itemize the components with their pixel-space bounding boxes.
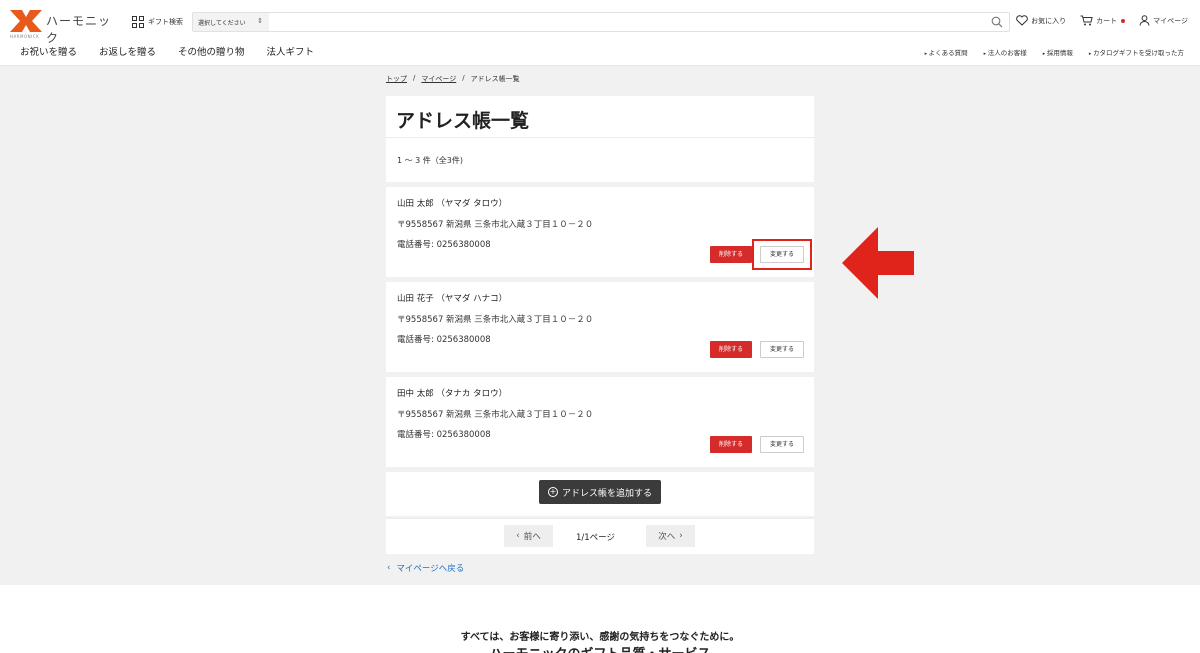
mypage-link[interactable]: マイページ xyxy=(1139,15,1188,26)
next-page-button[interactable]: 次へ › xyxy=(646,525,695,547)
nav-sub-corporate[interactable]: 法人のお客様 xyxy=(984,47,1027,57)
chevron-left-icon: ‹ xyxy=(387,563,391,573)
nav-sub-catalog-received[interactable]: カタログギフトを受け取った方 xyxy=(1089,47,1184,57)
main-nav: お祝いを贈る お返しを贈る その他の贈り物 法人ギフト xyxy=(20,44,314,58)
page-title: アドレス帳一覧 xyxy=(396,110,530,132)
delete-button[interactable]: 削除する xyxy=(710,341,752,358)
back-link-label: マイページへ戻る xyxy=(396,564,465,574)
breadcrumb-current: アドレス帳一覧 xyxy=(470,75,520,83)
favorites-link[interactable]: お気に入り xyxy=(1016,15,1066,26)
site-header: ハーモニック HARMONICK ギフト検索 選択してください ⇕ お気に入り xyxy=(0,0,1200,66)
edit-button[interactable]: 変更する xyxy=(760,341,804,358)
breadcrumb-separator: / xyxy=(413,74,416,82)
nav-item-other-gifts[interactable]: その他の贈り物 xyxy=(178,44,245,58)
breadcrumb-separator: / xyxy=(462,74,465,82)
address-item: 山田 花子 （ヤマダ ハナコ） 〒9558567 新潟県 三条市北入蔵３丁目１０… xyxy=(386,282,814,372)
plus-circle-icon: + xyxy=(547,487,558,497)
address-text: 〒9558567 新潟県 三条市北入蔵３丁目１０－２０ xyxy=(397,315,594,325)
back-to-mypage-link[interactable]: ‹ マイページへ戻る xyxy=(387,562,464,574)
breadcrumb: トップ / マイページ / アドレス帳一覧 xyxy=(386,74,520,84)
delete-button[interactable]: 削除する xyxy=(710,436,752,453)
logo-subtext: HARMONICK xyxy=(10,34,40,39)
chevron-right-icon: › xyxy=(679,531,683,541)
address-item: 田中 太郎 （タナカ タロウ） 〒9558567 新潟県 三条市北入蔵３丁目１０… xyxy=(386,377,814,467)
pagination: ‹ 前へ 1/1ページ 次へ › xyxy=(386,518,814,554)
chevron-left-icon: ‹ xyxy=(516,531,520,541)
arrow-left-icon xyxy=(842,227,914,299)
address-text: 〒9558567 新潟県 三条市北入蔵３丁目１０－２０ xyxy=(397,220,594,230)
search-bar[interactable]: 選択してください ⇕ xyxy=(192,12,1010,32)
user-icon xyxy=(1139,15,1150,26)
favorites-label: お気に入り xyxy=(1031,16,1067,25)
footer-heading: ハーモニックのギフト品質・サービス xyxy=(0,643,1200,653)
logo[interactable]: ハーモニック HARMONICK xyxy=(10,10,120,45)
search-icon[interactable] xyxy=(991,16,1003,28)
address-book-panel: アドレス帳一覧 1 〜 3 件（全3件) 山田 太郎 （ヤマダ タロウ） 〒95… xyxy=(386,96,814,554)
cart-label: カート xyxy=(1096,16,1118,25)
result-count: 1 〜 3 件（全3件) xyxy=(386,138,814,182)
nav-item-corporate-gift[interactable]: 法人ギフト xyxy=(267,44,315,58)
nav-item-return-gift[interactable]: お返しを贈る xyxy=(99,44,156,58)
cart-link[interactable]: カート xyxy=(1080,15,1126,26)
title-card: アドレス帳一覧 xyxy=(386,96,814,138)
logo-text: ハーモニック xyxy=(46,14,112,45)
gift-search-label: ギフト検索 xyxy=(148,18,183,26)
main-content: トップ / マイページ / アドレス帳一覧 アドレス帳一覧 1 〜 3 件（全3… xyxy=(0,66,1200,585)
add-address-button[interactable]: + アドレス帳を追加する xyxy=(539,480,661,504)
add-address-section: + アドレス帳を追加する xyxy=(386,472,814,516)
address-text: 〒9558567 新潟県 三条市北入蔵３丁目１０－２０ xyxy=(397,410,594,420)
address-name: 山田 太郎 （ヤマダ タロウ） xyxy=(397,199,508,209)
next-label: 次へ xyxy=(658,532,676,542)
nav-item-celebrate[interactable]: お祝いを贈る xyxy=(20,44,77,58)
highlight-box xyxy=(752,239,812,270)
prev-page-button[interactable]: ‹ 前へ xyxy=(504,525,553,547)
select-arrows-icon: ⇕ xyxy=(257,17,263,25)
cart-icon xyxy=(1080,15,1093,26)
breadcrumb-mypage[interactable]: マイページ xyxy=(421,74,456,84)
mypage-label: マイページ xyxy=(1153,16,1188,25)
breadcrumb-top[interactable]: トップ xyxy=(386,74,407,84)
heart-icon xyxy=(1016,15,1028,26)
cart-badge xyxy=(1121,18,1126,23)
header-links: お気に入り カート マイページ xyxy=(1016,15,1188,26)
gift-search-button[interactable]: ギフト検索 xyxy=(132,14,183,30)
grid-icon xyxy=(132,16,144,28)
search-category-select[interactable]: 選択してください ⇕ xyxy=(193,13,269,31)
page-info: 1/1ページ xyxy=(576,533,616,543)
address-name: 田中 太郎 （タナカ タロウ） xyxy=(397,389,508,399)
edit-button[interactable]: 変更する xyxy=(760,436,804,453)
nav-sub-faq[interactable]: よくある質問 xyxy=(925,47,968,57)
add-address-label: アドレス帳を追加する xyxy=(561,488,652,499)
address-name: 山田 花子 （ヤマダ ハナコ） xyxy=(397,294,508,304)
sub-nav: よくある質問 法人のお客様 採用情報 カタログギフトを受け取った方 xyxy=(925,47,1184,57)
delete-button[interactable]: 削除する xyxy=(710,246,752,263)
logo-mark-icon xyxy=(10,10,42,32)
footer-tagline: すべては、お客様に寄り添い、感謝の気持ちをつなぐために。 xyxy=(460,632,740,643)
search-select-value: 選択してください xyxy=(198,20,246,27)
address-item: 山田 太郎 （ヤマダ タロウ） 〒9558567 新潟県 三条市北入蔵３丁目１０… xyxy=(386,187,814,277)
nav-sub-recruit[interactable]: 採用情報 xyxy=(1043,47,1073,57)
prev-label: 前へ xyxy=(523,532,541,542)
